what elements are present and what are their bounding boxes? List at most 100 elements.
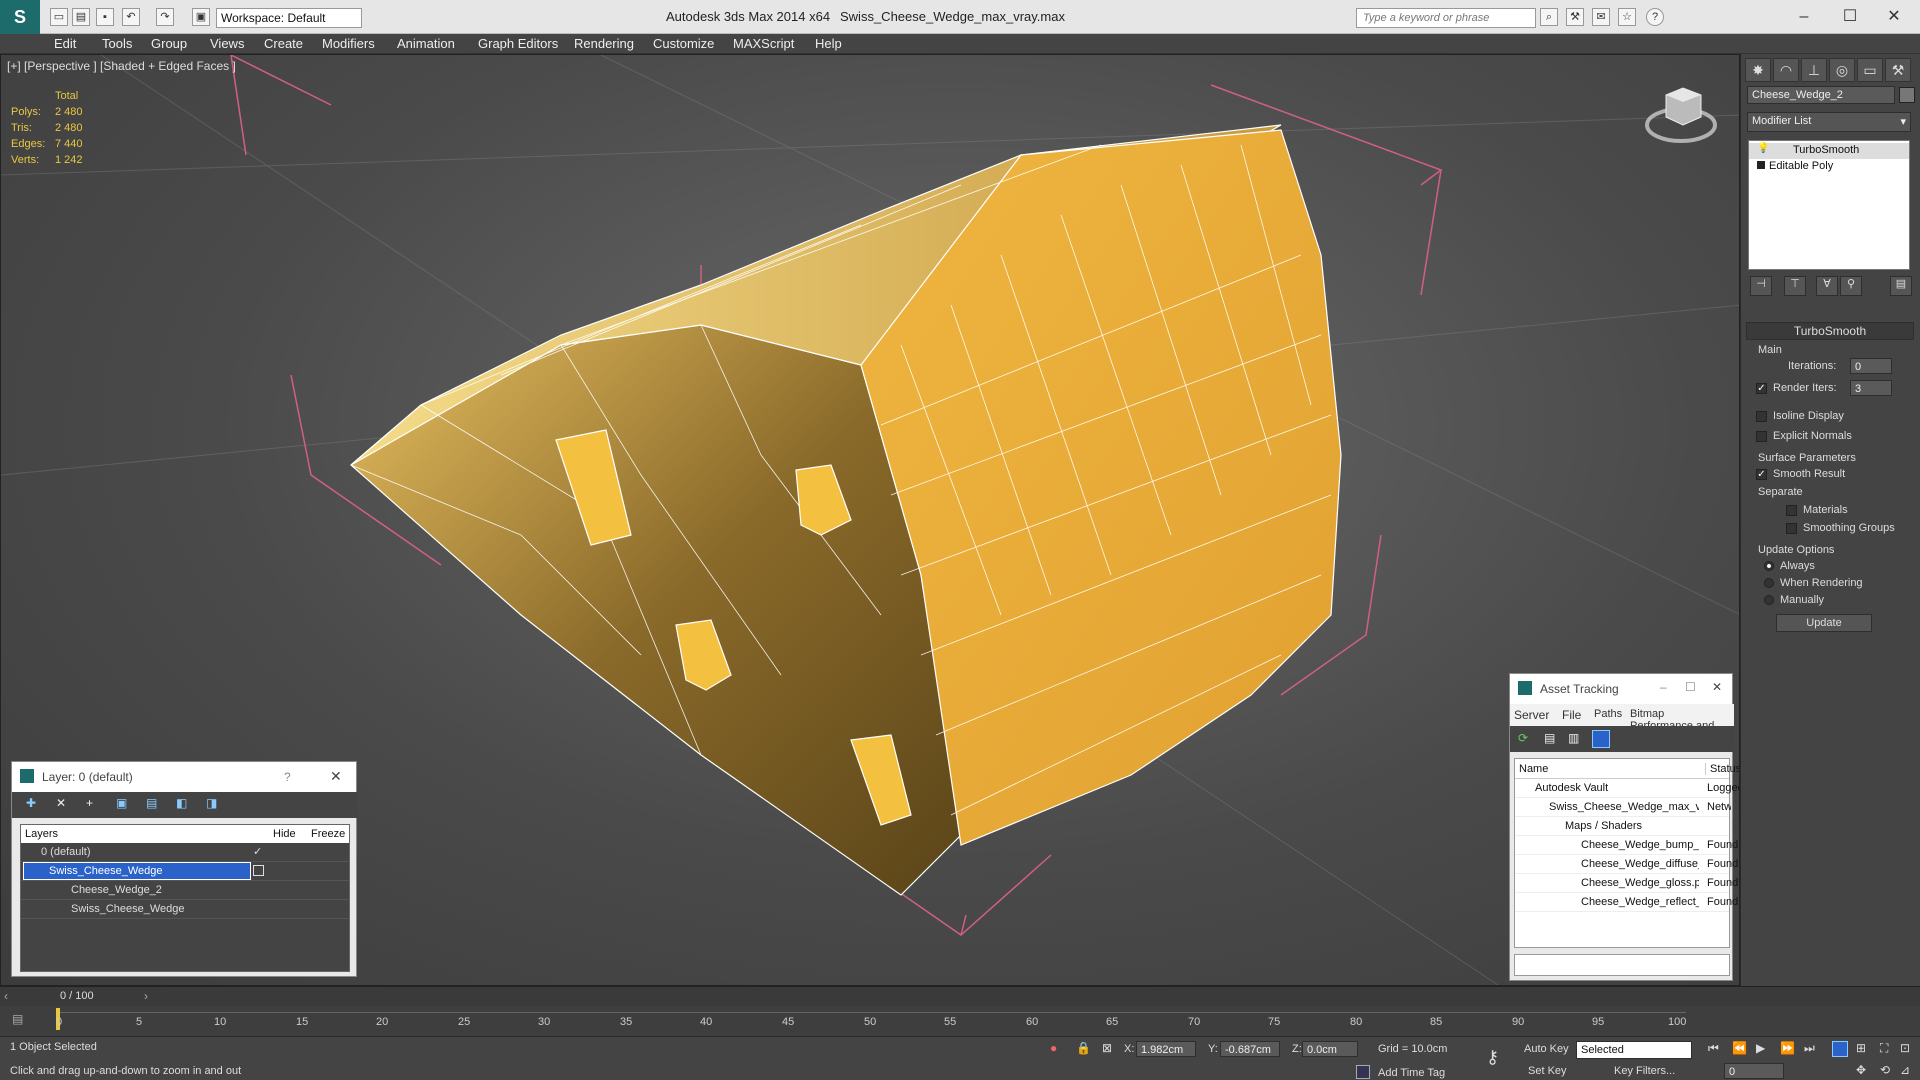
checkbox-icon[interactable] [1756, 430, 1767, 442]
track-bar[interactable]: ▤ 0 5 10 15 20 25 30 35 40 45 50 55 60 6… [0, 1006, 1920, 1036]
make-unique-icon[interactable]: ∀ [1816, 276, 1838, 296]
y-coordinate-field[interactable]: -0.687cm [1220, 1041, 1280, 1057]
select-objects-icon[interactable]: ▣ [116, 796, 127, 810]
layer-row-selected[interactable]: Swiss_Cheese_Wedge [21, 862, 349, 881]
next-frame-icon[interactable]: › [144, 989, 148, 1003]
menu-animation[interactable]: Animation [397, 34, 455, 53]
radio-icon[interactable] [1764, 595, 1774, 606]
checkbox-icon[interactable] [1786, 504, 1797, 516]
modify-tab-icon[interactable]: ◠ [1773, 58, 1799, 82]
smoothing-groups-toggle[interactable]: Smoothing Groups [1786, 522, 1895, 534]
maximize-viewport-icon[interactable]: ⊡ [1900, 1041, 1910, 1055]
play-icon[interactable]: ▶ [1756, 1041, 1765, 1055]
freeze-all-icon[interactable]: ◨ [206, 796, 217, 810]
asset-row[interactable]: Autodesk Vault Logged [1515, 779, 1739, 798]
favorites-star-icon[interactable]: ☆ [1618, 8, 1636, 26]
communication-icon[interactable]: ✉ [1592, 8, 1610, 26]
pan-icon[interactable]: ✥ [1856, 1063, 1866, 1077]
absolute-mode-icon[interactable]: ⊠ [1102, 1041, 1112, 1055]
col-layers[interactable]: Layers [25, 828, 58, 840]
new-layer-icon[interactable]: ✚ [26, 796, 36, 810]
object-name-input[interactable]: Cheese_Wedge_2 [1747, 86, 1895, 104]
update-button[interactable]: Update [1776, 614, 1872, 632]
open-file-icon[interactable]: ▤ [72, 8, 90, 26]
workspace-dropdown[interactable]: Workspace: Default [216, 8, 362, 28]
menu-tools[interactable]: Tools [102, 34, 132, 53]
time-tag-icon[interactable] [1356, 1065, 1370, 1079]
menu-maxscript[interactable]: MAXScript [733, 34, 794, 53]
perspective-viewport[interactable]: [+] [Perspective ] [Shaded + Edged Faces… [0, 54, 1740, 986]
subscription-icon[interactable]: ⚒ [1566, 8, 1584, 26]
checkbox-icon[interactable] [1756, 410, 1767, 422]
radio-icon[interactable] [1764, 578, 1774, 589]
zoom-all-icon[interactable]: ⊞ [1856, 1041, 1866, 1055]
layer-row[interactable]: Cheese_Wedge_2 [21, 881, 349, 900]
checkbox-icon[interactable] [1786, 522, 1797, 534]
asset-row[interactable]: Cheese_Wedge_diffuse_2.png Found [1515, 855, 1738, 874]
menu-help[interactable]: Help [815, 34, 842, 53]
rollout-header[interactable]: TurboSmooth [1746, 322, 1914, 340]
set-key-button[interactable]: Set Key [1528, 1065, 1567, 1077]
search-input[interactable]: Type a keyword or phrase [1356, 8, 1536, 28]
asset-row[interactable]: Swiss_Cheese_Wedge_max_vray.max Network [1515, 798, 1731, 817]
asset-row[interactable]: Cheese_Wedge_bump_2.png Found [1515, 836, 1738, 855]
col-freeze[interactable]: Freeze [311, 828, 345, 840]
curve-editor-icon[interactable]: ▤ [12, 1012, 23, 1026]
lock-selection-icon[interactable]: 🔒 [1076, 1041, 1091, 1055]
zoom-extents-icon[interactable]: ⛶ [1880, 1041, 1888, 1056]
show-end-result-icon[interactable]: ⊤ [1784, 276, 1806, 296]
create-tab-icon[interactable]: ✸ [1745, 58, 1771, 82]
binoculars-icon[interactable]: ⌕ [1540, 8, 1558, 26]
asset-menu-server[interactable]: Server [1514, 708, 1549, 722]
auto-key-button[interactable]: Auto Key [1524, 1043, 1569, 1055]
refresh-icon[interactable]: ⟳ [1518, 731, 1528, 745]
current-frame-field[interactable]: 0 [1724, 1063, 1784, 1079]
add-to-layer-icon[interactable]: + [86, 796, 93, 810]
menu-rendering[interactable]: Rendering [574, 34, 634, 53]
menu-group[interactable]: Group [151, 34, 187, 53]
asset-maximize-button[interactable]: ☐ [1685, 680, 1696, 694]
redo-icon[interactable]: ↷ [156, 8, 174, 26]
add-time-tag-button[interactable]: Add Time Tag [1378, 1067, 1445, 1079]
hide-all-icon[interactable]: ◧ [176, 796, 187, 810]
tree-view-icon[interactable]: ▥ [1568, 731, 1579, 745]
x-coordinate-field[interactable]: 1.982cm [1136, 1041, 1196, 1057]
save-file-icon[interactable]: ▪ [96, 8, 114, 26]
help-icon[interactable]: ? [1646, 8, 1664, 26]
remove-modifier-icon[interactable]: ⚲ [1840, 276, 1862, 296]
hierarchy-tab-icon[interactable]: ⊥ [1801, 58, 1827, 82]
viewcube-icon[interactable] [1645, 87, 1717, 143]
display-tab-icon[interactable]: ▭ [1857, 58, 1883, 82]
viewport-label[interactable]: [+] [Perspective ] [Shaded + Edged Faces… [7, 59, 236, 73]
col-name[interactable]: Name [1519, 763, 1548, 775]
utilities-tab-icon[interactable]: ⚒ [1885, 58, 1911, 82]
pin-stack-icon[interactable]: ⊣ [1750, 276, 1772, 296]
radio-selected-icon[interactable] [1764, 561, 1774, 572]
maximize-button[interactable]: ☐ [1830, 4, 1870, 30]
undo-icon[interactable]: ↶ [122, 8, 140, 26]
always-radio[interactable]: Always [1764, 560, 1815, 572]
zoom-icon[interactable] [1832, 1041, 1848, 1057]
menu-edit[interactable]: Edit [54, 34, 76, 53]
motion-tab-icon[interactable]: ◎ [1829, 58, 1855, 82]
menu-graph-editors[interactable]: Graph Editors [478, 34, 558, 53]
layer-row[interactable]: Swiss_Cheese_Wedge [21, 900, 349, 919]
close-button[interactable]: ✕ [1874, 4, 1914, 30]
stack-item-turbosmooth[interactable]: 💡 TurboSmooth [1749, 143, 1909, 159]
checkbox-checked-icon[interactable]: ✓ [1756, 468, 1767, 480]
prev-key-icon[interactable]: ⏪ [1732, 1041, 1747, 1055]
asset-minimize-button[interactable]: – [1660, 680, 1667, 694]
prev-frame-icon[interactable]: ‹ [4, 989, 8, 1003]
isolate-selection-icon[interactable]: ● [1050, 1041, 1057, 1055]
active-check-icon[interactable]: ✓ [253, 845, 262, 858]
time-slider[interactable]: ‹ 0 / 100 › [0, 986, 1920, 1006]
key-mode-dropdown[interactable]: Selected [1576, 1041, 1692, 1059]
layer-help-button[interactable]: ? [284, 770, 291, 784]
render-iters-toggle[interactable]: ✓ Render Iters: [1756, 382, 1837, 394]
manually-radio[interactable]: Manually [1764, 594, 1824, 606]
object-color-swatch[interactable] [1899, 87, 1915, 103]
asset-row[interactable]: Maps / Shaders [1515, 817, 1729, 836]
when-rendering-radio[interactable]: When Rendering [1764, 577, 1863, 589]
explicit-normals-toggle[interactable]: Explicit Normals [1756, 430, 1852, 442]
menu-create[interactable]: Create [264, 34, 303, 53]
